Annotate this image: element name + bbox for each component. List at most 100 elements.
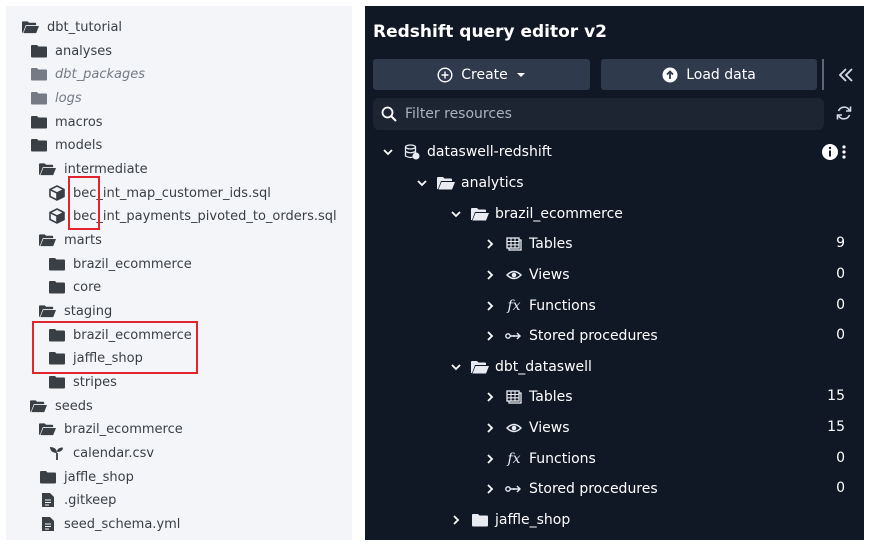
tree-schema-brazil-ecommerce[interactable]: brazil_ecommerce	[449, 202, 623, 226]
create-label: Create	[461, 66, 508, 83]
folder-open-icon	[471, 359, 489, 375]
chevron-right-icon[interactable]	[483, 268, 497, 282]
tree-folder-seeds-jaffle-shop[interactable]: jaffle_shop	[39, 466, 134, 488]
tree-label: calendar.csv	[73, 445, 155, 461]
tree-label: .gitkeep	[64, 492, 117, 508]
tree-label: macros	[55, 114, 103, 130]
tree-label: core	[73, 279, 102, 295]
plus-circle-icon	[437, 66, 453, 83]
chevron-right-icon[interactable]	[449, 513, 463, 527]
folder-icon	[39, 469, 56, 485]
tree-folder-seeds[interactable]: seeds	[30, 395, 93, 417]
tree-database-analytics[interactable]: analytics	[415, 171, 524, 195]
tree-group-stored-procedures[interactable]: Stored procedures	[483, 324, 658, 348]
tree-label: seeds	[55, 398, 93, 414]
tree-folder-marts[interactable]: marts	[39, 229, 102, 251]
group-label: Stored procedures	[529, 481, 658, 497]
refresh-icon[interactable]	[833, 102, 855, 124]
table-icon	[505, 389, 523, 405]
folder-open-icon	[39, 161, 56, 177]
panel-title: Redshift query editor v2	[373, 22, 608, 42]
cube-icon	[48, 185, 65, 201]
tree-connection-dataswell-redshift[interactable]: dataswell-redshift	[381, 140, 552, 164]
folder-icon	[30, 66, 47, 82]
tree-group-functions[interactable]: fx Functions	[483, 294, 596, 318]
tree-label: dbt_tutorial	[47, 19, 123, 35]
tree-label: brazil_ecommerce	[64, 421, 183, 437]
tree-folder-logs[interactable]: logs	[30, 87, 82, 109]
folder-open-icon	[30, 398, 47, 414]
tree-folder-staging[interactable]: staging	[39, 300, 112, 322]
group-label: Views	[529, 267, 570, 283]
connection-actions	[821, 143, 851, 161]
tree-file-gitkeep[interactable]: .gitkeep	[39, 489, 116, 511]
tree-label: logs	[55, 90, 82, 106]
group-label: Stored procedures	[529, 328, 658, 344]
fx-icon: fx	[507, 298, 521, 314]
tree-label: analyses	[55, 43, 113, 59]
tree-folder-dbt-packages[interactable]: dbt_packages	[30, 63, 145, 85]
chevron-down-icon[interactable]	[449, 207, 463, 221]
folder-open-icon	[39, 421, 56, 437]
tree-folder-macros[interactable]: macros	[30, 111, 103, 133]
sprout-icon	[48, 445, 65, 461]
group-label: Tables	[529, 389, 573, 405]
tree-schema-dbt-dataswell[interactable]: dbt_dataswell	[449, 355, 592, 379]
chevron-down-icon[interactable]	[449, 360, 463, 374]
tree-folder-core[interactable]: core	[48, 276, 101, 298]
filter-resources-input[interactable]	[403, 105, 807, 123]
folder-icon	[30, 137, 47, 153]
chevron-right-icon[interactable]	[483, 452, 497, 466]
tree-label: intermediate	[64, 161, 148, 177]
group-count: 0	[836, 266, 845, 282]
tree-group-stored-procedures[interactable]: Stored procedures	[483, 477, 658, 501]
folder-open-icon	[39, 232, 56, 248]
info-icon[interactable]	[821, 143, 839, 161]
file-explorer-panel: dbt_tutorial analyses dbt_packages logs …	[6, 6, 352, 540]
chevron-right-icon[interactable]	[483, 299, 497, 313]
tree-folder-analyses[interactable]: analyses	[30, 40, 112, 62]
create-button[interactable]: Create	[373, 59, 590, 90]
load-data-button[interactable]: Load data	[601, 59, 817, 90]
tree-file-seed-schema-yml[interactable]: seed_schema.yml	[39, 513, 180, 535]
group-label: Functions	[529, 451, 596, 467]
tree-label: models	[55, 137, 103, 153]
tree-group-views[interactable]: Views	[483, 416, 570, 440]
folder-open-icon	[437, 175, 455, 191]
cube-icon	[48, 208, 65, 224]
tree-group-tables[interactable]: Tables	[483, 385, 573, 409]
folder-open-icon	[22, 19, 39, 35]
chevron-right-icon[interactable]	[483, 390, 497, 404]
collapse-panel-icon[interactable]	[835, 64, 857, 86]
chevron-down-icon[interactable]	[381, 145, 395, 159]
tree-folder-stripes[interactable]: stripes	[48, 371, 117, 393]
tree-label: brazil_ecommerce	[73, 256, 192, 272]
chevron-right-icon[interactable]	[483, 237, 497, 251]
chevron-right-icon[interactable]	[483, 329, 497, 343]
group-label: Functions	[529, 298, 596, 314]
chevron-down-icon[interactable]	[415, 176, 429, 190]
load-data-label: Load data	[686, 66, 756, 83]
tree-schema-jaffle-shop[interactable]: jaffle_shop	[449, 508, 570, 532]
tree-file-calendar-csv[interactable]: calendar.csv	[48, 442, 154, 464]
filter-resources-field[interactable]	[373, 98, 824, 130]
tree-root-dbt-tutorial[interactable]: dbt_tutorial	[22, 16, 122, 38]
chevron-right-icon[interactable]	[483, 482, 497, 496]
folder-icon	[48, 256, 65, 272]
tree-group-views[interactable]: Views	[483, 263, 570, 287]
tree-group-functions[interactable]: fx Functions	[483, 447, 596, 471]
tree-folder-marts-brazil-ecommerce[interactable]: brazil_ecommerce	[48, 253, 192, 275]
tree-group-tables[interactable]: Tables	[483, 232, 573, 256]
tree-folder-seeds-brazil-ecommerce[interactable]: brazil_ecommerce	[39, 418, 183, 440]
tree-label: stripes	[73, 374, 117, 390]
chevron-right-icon[interactable]	[483, 421, 497, 435]
folder-open-icon	[471, 206, 489, 222]
tree-label: staging	[64, 303, 113, 319]
highlight-box-prefix	[68, 176, 100, 230]
tree-label: marts	[64, 232, 102, 248]
schema-label: jaffle_shop	[495, 512, 571, 528]
folder-icon	[30, 114, 47, 130]
tree-folder-models[interactable]: models	[30, 134, 102, 156]
more-options-icon[interactable]	[841, 144, 847, 160]
fx-icon: fx	[507, 451, 521, 467]
